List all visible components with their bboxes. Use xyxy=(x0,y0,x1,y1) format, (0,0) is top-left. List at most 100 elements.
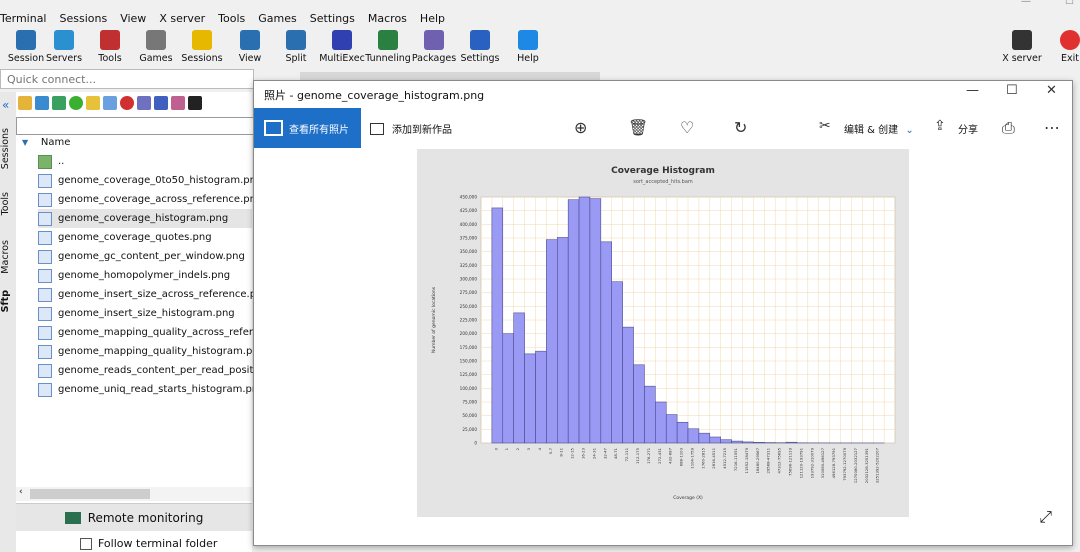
toolbar-multiexec-button[interactable]: MultiExec xyxy=(319,30,365,64)
toolbar-tools-button[interactable]: Tools xyxy=(88,30,132,64)
upload-icon[interactable] xyxy=(52,96,66,110)
toolbar-help-button[interactable]: Help xyxy=(506,30,550,64)
side-tab-tools[interactable]: Tools xyxy=(0,192,14,215)
toolbar-exit-button[interactable]: Exit xyxy=(1048,30,1080,64)
menu-x-server[interactable]: X server xyxy=(159,12,205,28)
file-list-item[interactable]: genome_coverage_histogram.png xyxy=(38,209,252,228)
histogram-bar xyxy=(698,432,711,444)
new-folder-icon[interactable] xyxy=(86,96,100,110)
menu-games[interactable]: Games xyxy=(258,12,296,28)
more-icon[interactable]: ⋯ xyxy=(1044,118,1060,137)
menu-settings[interactable]: Settings xyxy=(310,12,355,28)
file-list-item[interactable]: genome_insert_size_histogram.png xyxy=(38,304,252,323)
menu-macros[interactable]: Macros xyxy=(368,12,407,28)
edit-create-icon[interactable]: ✂ xyxy=(819,118,831,134)
edit-icon[interactable] xyxy=(171,96,185,110)
folder-up-icon[interactable] xyxy=(18,96,32,110)
delete-icon[interactable] xyxy=(120,96,134,110)
histogram-bar xyxy=(633,364,645,444)
toolbar-packages-button[interactable]: Packages xyxy=(412,30,456,64)
x-tick-label: 1760-2815 xyxy=(700,447,705,468)
menu-bar: Terminal Sessions View X server Tools Games Se… xyxy=(0,12,1080,28)
x-tick-label: 2 xyxy=(515,447,520,450)
file-list-item[interactable]: genome_homopolymer_indels.png xyxy=(38,266,252,285)
scrollbar-thumb[interactable] xyxy=(30,489,150,499)
horizontal-scrollbar[interactable]: ‹ xyxy=(16,487,252,501)
print-icon[interactable]: ⎙ xyxy=(1002,118,1015,138)
file-list-item[interactable]: genome_uniq_read_starts_histogram.png xyxy=(38,380,265,399)
new-file-icon[interactable] xyxy=(103,96,117,110)
toolbar-tunneling-button[interactable]: Tunneling xyxy=(365,30,411,64)
download-icon[interactable] xyxy=(35,96,49,110)
file-list-item[interactable]: genome_insert_size_across_reference.png xyxy=(38,285,269,304)
x-tick-label: 3 xyxy=(526,447,531,450)
rotate-icon[interactable]: ↻ xyxy=(734,118,747,137)
menu-sessions[interactable]: Sessions xyxy=(60,12,108,28)
x-tick-label: 4512-7215 xyxy=(722,447,727,468)
scroll-left-icon[interactable]: ‹ xyxy=(19,487,23,497)
toolbar-games-button[interactable]: Games xyxy=(134,30,178,64)
image-file-icon xyxy=(38,287,52,302)
share-icon[interactable]: ⇪ xyxy=(934,118,946,134)
toolbar-x-server-button[interactable]: X server xyxy=(1000,30,1044,64)
menu-help[interactable]: Help xyxy=(420,12,445,28)
toolbar-label: X server xyxy=(1002,53,1042,64)
file-list-item[interactable]: genome_coverage_quotes.png xyxy=(38,228,252,247)
side-tab-sessions[interactable]: Sessions xyxy=(0,128,14,169)
file-list-item[interactable]: genome_mapping_quality_histogram.png xyxy=(38,342,265,361)
edit-create-button[interactable]: 编辑 & 创建 ⌄ xyxy=(844,121,914,136)
x-tick-label: 24-31 xyxy=(591,447,596,459)
file-list-item[interactable]: .. xyxy=(38,152,252,171)
toolbar-split-button[interactable]: Split xyxy=(274,30,318,64)
toolbar-view-button[interactable]: View xyxy=(228,30,272,64)
collapse-icon[interactable]: « xyxy=(2,98,9,112)
maximize-icon[interactable]: ☐ xyxy=(1006,83,1018,98)
x-tick-label: 75696-121119 xyxy=(788,447,793,476)
file-list-item[interactable]: genome_reads_content_per_read_position.p… xyxy=(38,361,291,380)
follow-terminal-folder[interactable]: Follow terminal folder xyxy=(80,537,217,550)
delete-icon[interactable]: 🗑 xyxy=(628,118,648,137)
quick-connect[interactable] xyxy=(0,69,254,89)
coverage-histogram-chart: 0 25,000 50,000 75,000 100,000 125,000 150,000… xyxy=(431,166,896,501)
share-label[interactable]: 分享 xyxy=(958,121,978,136)
toolbar-sessions-button[interactable]: Sessions xyxy=(180,30,224,64)
maximize-icon[interactable]: ☐ xyxy=(1065,0,1074,7)
properties-icon[interactable] xyxy=(154,96,168,110)
fullscreen-expand-icon[interactable]: ⤢ xyxy=(1039,507,1052,527)
menu-terminal[interactable]: Terminal xyxy=(0,12,47,28)
x-tick-label: 18480-29567 xyxy=(755,447,760,473)
toolbar: Session Servers Tools Games Sessions View Spli… xyxy=(0,28,1080,68)
histogram-bar xyxy=(687,428,700,444)
menu-view[interactable]: View xyxy=(120,12,146,28)
close-icon[interactable]: ✕ xyxy=(1046,83,1057,98)
toolbar-label: Settings xyxy=(460,53,500,64)
remote-monitoring-button[interactable]: Remote monitoring xyxy=(16,503,252,531)
toolbar-settings-button[interactable]: Settings xyxy=(458,30,502,64)
file-list-item[interactable]: genome_coverage_0to50_histogram.png xyxy=(38,171,262,190)
toolbar-label: MultiExec xyxy=(319,53,365,64)
terminal-icon[interactable] xyxy=(188,96,202,110)
name-column-header[interactable]: Name xyxy=(41,137,71,148)
menu-tools[interactable]: Tools xyxy=(218,12,245,28)
y-tick-label: 325,000 xyxy=(460,263,478,268)
file-list-header[interactable]: ▼ Name xyxy=(22,137,70,148)
view-all-photos-button[interactable]: 查看所有照片 xyxy=(254,108,361,148)
minimize-icon[interactable]: — xyxy=(966,83,979,98)
follow-checkbox[interactable] xyxy=(80,537,92,550)
zoom-icon[interactable]: ⊕ xyxy=(574,118,587,137)
quick-connect-input[interactable] xyxy=(1,70,249,88)
file-list-item[interactable]: genome_coverage_across_reference.png xyxy=(38,190,262,209)
toolbar-label: Tunneling xyxy=(365,53,411,64)
heart-icon[interactable]: ♡ xyxy=(680,118,694,137)
add-to-new-work-button[interactable]: 添加到新作品 xyxy=(370,121,452,136)
path-box[interactable] xyxy=(16,117,254,135)
toolbar-servers-button[interactable]: Servers xyxy=(42,30,86,64)
minimize-icon[interactable]: — xyxy=(1021,0,1031,7)
side-tab-sftp[interactable]: Sftp xyxy=(0,290,14,312)
package-icon xyxy=(424,30,444,50)
file-list-item[interactable]: genome_mapping_quality_across_reference.… xyxy=(38,323,296,342)
side-tab-macros[interactable]: Macros xyxy=(0,240,14,274)
file-list-item[interactable]: genome_gc_content_per_window.png xyxy=(38,247,252,266)
refresh-icon[interactable] xyxy=(69,96,83,110)
rename-icon[interactable] xyxy=(137,96,151,110)
